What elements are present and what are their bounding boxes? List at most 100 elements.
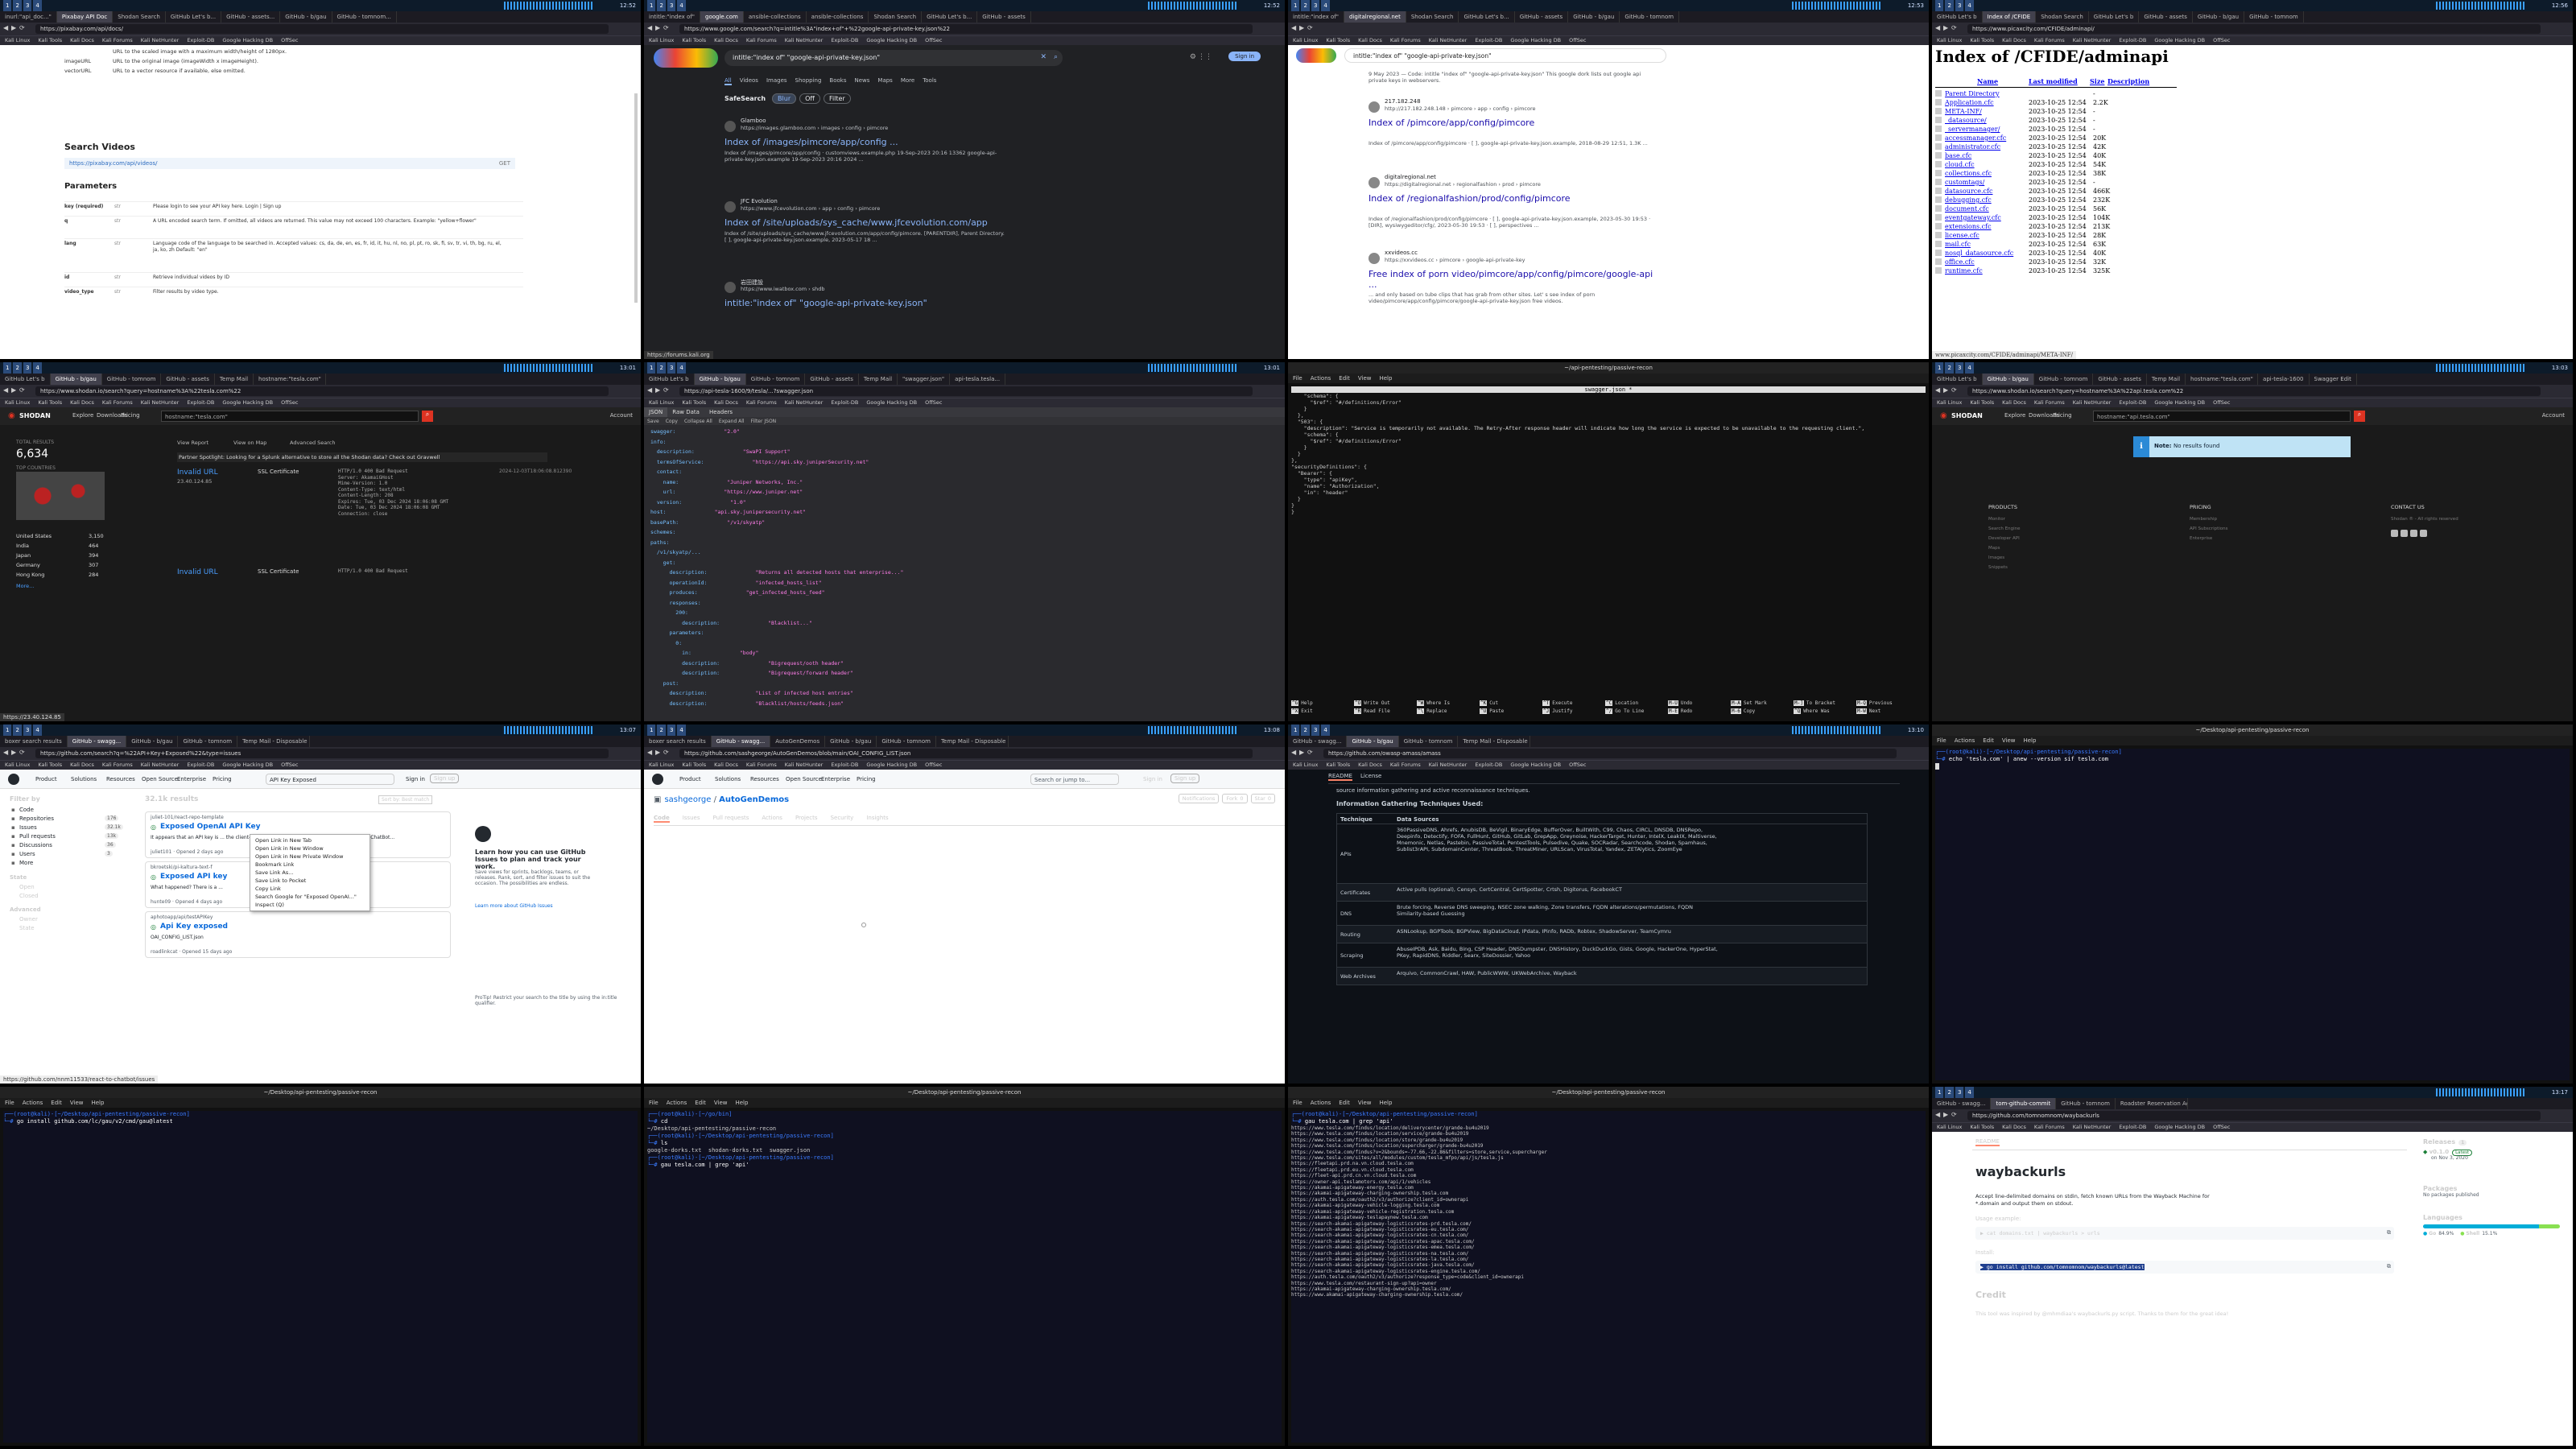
bookmark-item[interactable]: OffSec — [281, 37, 298, 43]
repo-tab[interactable]: Pull requests — [712, 815, 749, 821]
viewer-tab[interactable]: JSON — [644, 407, 668, 417]
file-link[interactable]: eventgateway.cfc — [1945, 214, 2001, 221]
search-box[interactable]: intitle:"index of" "google-api-private-k… — [724, 50, 1063, 66]
menu-item[interactable]: Help — [1379, 1100, 1392, 1106]
json-line[interactable]: 200: — [650, 609, 737, 616]
shortcut[interactable]: ^Q Where Was — [1794, 708, 1830, 714]
bookmark-item[interactable]: Kali Docs — [2002, 37, 2026, 43]
bookmark-item[interactable]: Kali NetHunter — [141, 399, 180, 406]
address-field[interactable]: https://www.shodan.io/search?query=hostn… — [35, 386, 609, 396]
forward-icon[interactable]: ▶ — [655, 24, 663, 31]
json-line[interactable]: description: "Bigrequest/forward header" — [650, 670, 853, 676]
workspace-1[interactable]: 1 — [1935, 0, 1944, 11]
shortcut[interactable]: M-E Redo — [1668, 708, 1692, 714]
search-nav-item[interactable]: More — [901, 77, 914, 84]
scrollbar[interactable] — [634, 93, 638, 303]
browser-tab[interactable]: GitHub - assets — [2139, 11, 2193, 23]
browser-tab[interactable]: GitHub - b/gau — [1568, 11, 1620, 23]
workspace-1[interactable]: 1 — [647, 362, 656, 374]
browser-tab[interactable]: GitHub - tomnom — [1620, 11, 1680, 23]
browser-tab[interactable]: Roadster Reservation Agree... — [2116, 1098, 2188, 1109]
json-line[interactable]: url: "https://www.juniper.net" — [650, 489, 803, 495]
browser-tab[interactable]: GitHub - tomnom — [1399, 736, 1459, 747]
json-line[interactable]: /v1/skyatp/... — [650, 549, 749, 555]
bookmark-item[interactable]: Kali NetHunter — [785, 399, 824, 406]
browser-tab[interactable]: GitHub - assets — [2093, 374, 2147, 385]
bookmark-item[interactable]: Kali Forums — [746, 399, 777, 406]
bookmark-item[interactable]: Kali Forums — [1390, 37, 1421, 43]
menu-item[interactable]: File — [1293, 1100, 1302, 1106]
sign-up-button[interactable]: Sign up — [1170, 774, 1200, 783]
apps-icon[interactable]: ⋮⋮ — [1198, 53, 1212, 61]
workspace-3[interactable]: 3 — [1955, 0, 1964, 11]
repo-tab[interactable]: Actions — [762, 815, 782, 821]
forward-icon[interactable]: ▶ — [1299, 749, 1307, 756]
filter-item[interactable]: Repositories — [19, 815, 54, 822]
nav-item[interactable]: Product — [679, 776, 701, 782]
menu-item[interactable]: Actions — [667, 1100, 687, 1106]
browser-tab[interactable]: Temp Mail — [2147, 374, 2186, 385]
google-logo[interactable] — [1296, 48, 1336, 63]
forward-icon[interactable]: ▶ — [11, 749, 19, 756]
json-line[interactable]: termsOfService: "https://api.sky.juniperS… — [650, 459, 869, 465]
menu-item[interactable]: Edit — [51, 1100, 62, 1106]
browser-tab[interactable]: Swagger Edit — [2310, 374, 2357, 385]
sort-select[interactable]: Sort by: Best match — [378, 795, 433, 804]
workspace-1[interactable]: 1 — [3, 362, 12, 374]
repo-name[interactable]: AutoGenDemos — [719, 795, 789, 804]
json-line[interactable]: info: — [650, 439, 715, 445]
workspace-4[interactable]: 4 — [1321, 724, 1330, 736]
filter-item[interactable]: Discussions — [19, 842, 52, 848]
bookmark-item[interactable]: Google Hacking DB — [222, 37, 273, 43]
workspace-2[interactable]: 2 — [13, 724, 22, 736]
browser-tab[interactable]: GitHub Let's b... — [1459, 11, 1515, 23]
search-input[interactable]: hostname:"tesla.com" — [161, 411, 419, 422]
workspace-3[interactable]: 3 — [1955, 1087, 1964, 1098]
country-name[interactable]: Japan — [16, 552, 31, 559]
reload-icon[interactable]: ⟳ — [19, 386, 27, 394]
bookmark-item[interactable]: Kali Linux — [1293, 762, 1318, 768]
nav-item[interactable]: Enterprise — [177, 776, 206, 782]
back-icon[interactable]: ◀ — [1935, 386, 1943, 394]
bookmark-item[interactable]: Kali Tools — [1970, 399, 1994, 406]
file-link[interactable]: accessmanager.cfc — [1945, 134, 2006, 142]
bookmark-item[interactable]: Kali Forums — [1390, 762, 1421, 768]
state-option[interactable]: Open — [19, 884, 35, 890]
browser-tab[interactable]: boxer search results — [0, 736, 68, 747]
nav-item[interactable]: Open Source — [786, 776, 822, 782]
workspace-1[interactable]: 1 — [647, 724, 656, 736]
menu-item[interactable]: File — [649, 1100, 658, 1106]
browser-tab[interactable]: Temp Mail - Disposable — [1458, 736, 1531, 747]
browser-tab[interactable]: Temp Mail - Disposable — [237, 736, 311, 747]
column-header[interactable]: Name — [1977, 77, 1998, 85]
workspace-2[interactable]: 2 — [657, 362, 666, 374]
json-line[interactable]: get: — [650, 559, 724, 566]
reddit-icon[interactable] — [2401, 530, 2408, 537]
readme-tab[interactable]: README — [1328, 773, 1352, 781]
bookmark-item[interactable]: Kali Tools — [682, 762, 706, 768]
browser-tab[interactable]: GitHub - b/gau — [126, 736, 179, 747]
bookmark-item[interactable]: Google Hacking DB — [2154, 37, 2205, 43]
bookmark-item[interactable]: Kali Linux — [5, 399, 30, 406]
browser-tab[interactable]: GitHub - tomnom — [178, 736, 238, 747]
copy-icon[interactable]: ⧉ — [2387, 1263, 2391, 1270]
search-nav-item[interactable]: Shopping — [795, 77, 822, 84]
shortcut[interactable]: ^O Write Out — [1354, 700, 1390, 706]
bookmark-item[interactable]: Google Hacking DB — [2154, 399, 2205, 406]
menu-item[interactable]: File — [5, 1100, 14, 1106]
workspace-4[interactable]: 4 — [33, 724, 42, 736]
repo-tab[interactable]: Issues — [683, 815, 700, 821]
address-field[interactable]: https://github.com/tomnomnom/waybackurls — [1967, 1111, 2541, 1121]
bookmark-item[interactable]: OffSec — [2213, 37, 2230, 43]
workspace-3[interactable]: 3 — [1955, 362, 1964, 374]
file-link[interactable]: office.cfc — [1945, 258, 1975, 266]
bookmark-item[interactable]: Kali Forums — [102, 399, 133, 406]
bookmark-item[interactable]: Kali NetHunter — [1429, 37, 1468, 43]
sign-in-link[interactable]: Sign in — [1143, 776, 1162, 782]
bookmark-item[interactable]: Exploit-DB — [187, 762, 214, 768]
context-menu-item[interactable]: Search Google for "Exposed OpenAI..." — [250, 893, 369, 901]
menu-item[interactable]: Actions — [23, 1100, 43, 1106]
file-link[interactable]: license.cfc — [1945, 232, 1979, 239]
json-line[interactable]: post: — [650, 680, 727, 687]
menu-item[interactable]: Help — [91, 1100, 104, 1106]
